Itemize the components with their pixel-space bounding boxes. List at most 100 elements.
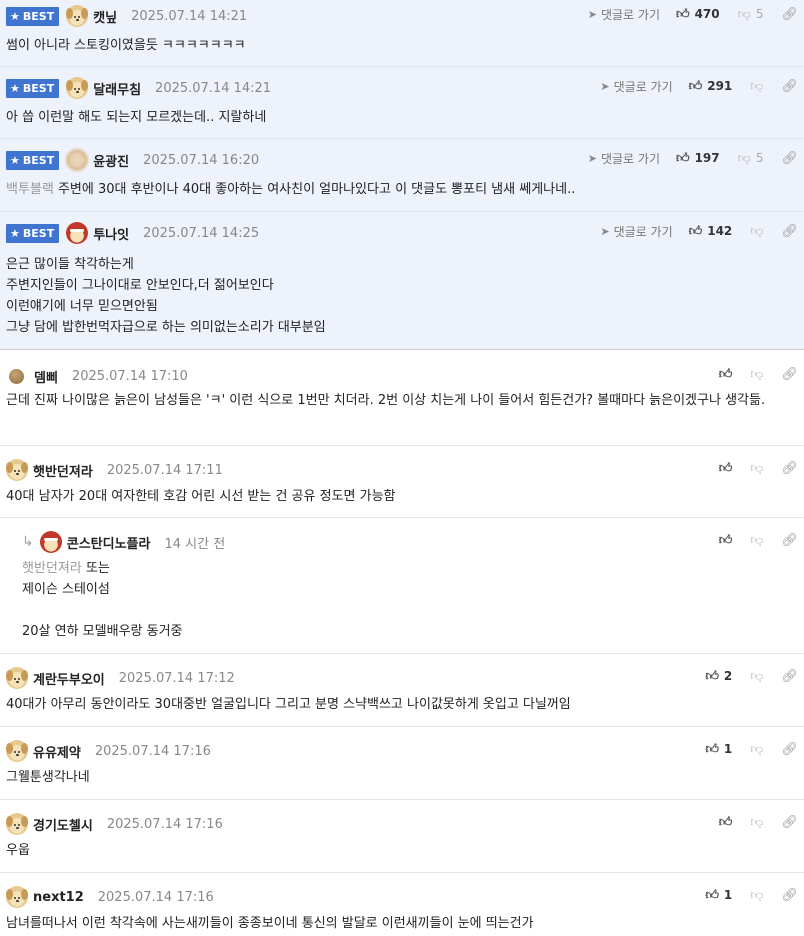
dislike-button[interactable]: 👎︎ bbox=[750, 815, 763, 830]
like-button[interactable]: 👍︎ 2 bbox=[705, 669, 732, 684]
dislike-button[interactable]: 👎︎ 5 bbox=[738, 151, 764, 166]
like-button[interactable]: 👍︎ bbox=[719, 367, 733, 382]
dislike-button[interactable]: 👎︎ bbox=[750, 224, 763, 239]
send-icon: ➤ bbox=[600, 224, 610, 238]
thumbs-up-icon: 👍︎ bbox=[718, 366, 733, 382]
nickname[interactable]: 캣닢 bbox=[93, 7, 117, 26]
link-icon: 🔗︎ bbox=[781, 460, 798, 476]
star-icon: ★ bbox=[10, 153, 20, 167]
link-icon: 🔗︎ bbox=[781, 532, 798, 548]
dislike-button[interactable]: 👎︎ bbox=[750, 79, 763, 94]
share-link-button[interactable]: 🔗︎ bbox=[781, 888, 798, 903]
timestamp: 2025.07.14 17:16 bbox=[97, 889, 214, 905]
dislike-button[interactable]: 👎︎ bbox=[750, 669, 763, 684]
timestamp: 2025.07.14 17:16 bbox=[106, 816, 223, 832]
mention-link[interactable]: 햇반던져라 bbox=[22, 561, 82, 576]
go-to-reply-link[interactable]: ➤ 댓글로 가기 bbox=[588, 150, 660, 167]
share-link-button[interactable]: 🔗︎ bbox=[781, 815, 798, 830]
like-button[interactable]: 👍︎ 197 bbox=[676, 151, 720, 166]
share-link-button[interactable]: 🔗︎ bbox=[781, 533, 798, 548]
timestamp: 2025.07.14 16:20 bbox=[143, 152, 260, 168]
timestamp: 2025.07.14 17:12 bbox=[118, 670, 235, 686]
nickname[interactable]: 윤광진 bbox=[93, 151, 129, 170]
thumbs-up-icon: 👍︎ bbox=[675, 150, 690, 166]
dislike-button[interactable]: 👎︎ bbox=[750, 367, 763, 382]
link-icon: 🔗︎ bbox=[781, 6, 798, 22]
like-button[interactable]: 👍︎ 470 bbox=[676, 7, 720, 22]
avatar[interactable] bbox=[6, 886, 28, 908]
thumbs-up-icon: 👍︎ bbox=[718, 460, 733, 476]
dislike-button[interactable]: 👎︎ bbox=[750, 888, 763, 903]
like-button[interactable]: 👍︎ 142 bbox=[689, 224, 733, 239]
nickname[interactable]: 계란두부오이 bbox=[33, 669, 105, 688]
avatar[interactable] bbox=[6, 813, 28, 835]
go-to-reply-link[interactable]: ➤ 댓글로 가기 bbox=[600, 78, 672, 95]
link-icon: 🔗︎ bbox=[781, 887, 798, 903]
comment-text: 은근 많이들 착각하는게 주변지인들이 그나이대로 안보인다,더 젊어보인다 이… bbox=[6, 257, 326, 335]
timestamp: 2025.07.14 17:11 bbox=[106, 462, 223, 478]
share-link-button[interactable]: 🔗︎ bbox=[781, 7, 798, 22]
share-link-button[interactable]: 🔗︎ bbox=[781, 461, 798, 476]
go-to-reply-link[interactable]: ➤ 댓글로 가기 bbox=[588, 6, 660, 23]
avatar[interactable] bbox=[39, 531, 62, 553]
comment-item: 유유제약 2025.07.14 17:16 👍︎ 1 👎︎ 🔗︎ 그웰툰생각나네 bbox=[0, 727, 804, 800]
avatar[interactable] bbox=[9, 368, 24, 384]
nickname[interactable]: 뎀삐 bbox=[34, 367, 58, 386]
thumbs-down-icon: 👎︎ bbox=[750, 668, 764, 684]
nickname[interactable]: next12 bbox=[33, 890, 84, 905]
nickname[interactable]: 경기도첼시 bbox=[33, 815, 93, 834]
like-button[interactable]: 👍︎ bbox=[719, 461, 733, 476]
like-button[interactable]: 👍︎ 1 bbox=[705, 888, 732, 903]
like-button[interactable]: 👍︎ 291 bbox=[689, 79, 733, 94]
share-link-button[interactable]: 🔗︎ bbox=[781, 367, 798, 382]
dislike-button[interactable]: 👎︎ bbox=[750, 461, 763, 476]
star-icon: ★ bbox=[10, 9, 20, 23]
comment-text: 근데 진짜 나이많은 늙은이 남성들은 'ㅋ' 이런 식으로 1번만 치더라. … bbox=[6, 393, 766, 408]
share-link-button[interactable]: 🔗︎ bbox=[781, 742, 798, 757]
nickname[interactable]: 햇반던져라 bbox=[33, 461, 93, 480]
thumbs-down-icon: 👎︎ bbox=[750, 741, 764, 757]
dislike-button[interactable]: 👎︎ 5 bbox=[738, 7, 764, 22]
share-link-button[interactable]: 🔗︎ bbox=[781, 669, 798, 684]
comment-item: 경기도첼시 2025.07.14 17:16 👍︎ 👎︎ 🔗︎ 우웁 bbox=[0, 800, 804, 873]
send-icon: ➤ bbox=[600, 79, 610, 93]
dislike-button[interactable]: 👎︎ bbox=[750, 533, 763, 548]
thumbs-up-icon: 👍︎ bbox=[688, 78, 703, 94]
comment-item: ★ BEST 투나잇 2025.07.14 14:25 ➤ 댓글로 가기 👍︎ 142… bbox=[0, 212, 804, 350]
mention-link[interactable]: 백투블랙 bbox=[6, 182, 54, 197]
comment-text: 남녀를떠나서 이런 착각속에 사는새끼들이 종종보이네 통신의 발달로 이런새끼… bbox=[6, 916, 534, 931]
send-icon: ➤ bbox=[587, 151, 597, 165]
like-button[interactable]: 👍︎ bbox=[719, 815, 733, 830]
avatar[interactable] bbox=[66, 5, 89, 27]
thumbs-down-icon: 👎︎ bbox=[737, 150, 751, 166]
thumbs-up-icon: 👍︎ bbox=[688, 223, 703, 239]
nickname[interactable]: 유유제약 bbox=[33, 742, 81, 761]
like-button[interactable]: 👍︎ bbox=[719, 533, 733, 548]
avatar[interactable] bbox=[6, 740, 28, 762]
like-button[interactable]: 👍︎ 1 bbox=[705, 742, 732, 757]
best-badge: ★ BEST bbox=[6, 150, 60, 170]
avatar[interactable] bbox=[6, 459, 28, 481]
comment-text: 햇반던져라 또는 제이슨 스테이섬 20살 연하 모델배우랑 동거중 bbox=[22, 561, 183, 639]
share-link-button[interactable]: 🔗︎ bbox=[781, 79, 798, 94]
thumbs-down-icon: 👎︎ bbox=[750, 814, 764, 830]
avatar[interactable] bbox=[66, 149, 89, 171]
nickname[interactable]: 투나잇 bbox=[93, 224, 129, 243]
comment-text: 백투블랙 주변에 30대 후반이나 40대 좋아하는 여사친이 얼마나있다고 이… bbox=[6, 182, 576, 197]
share-link-button[interactable]: 🔗︎ bbox=[781, 224, 798, 239]
nickname[interactable]: 콘스탄디노플라 bbox=[67, 533, 151, 552]
share-link-button[interactable]: 🔗︎ bbox=[781, 151, 798, 166]
link-icon: 🔗︎ bbox=[781, 668, 798, 684]
thumbs-up-icon: 👍︎ bbox=[705, 668, 719, 684]
avatar[interactable] bbox=[6, 667, 28, 689]
link-icon: 🔗︎ bbox=[781, 366, 798, 382]
comment-item: ★ BEST 윤광진 2025.07.14 16:20 ➤ 댓글로 가기 👍︎ 197… bbox=[0, 139, 804, 212]
avatar[interactable] bbox=[66, 222, 89, 244]
dislike-button[interactable]: 👎︎ bbox=[750, 742, 763, 757]
nickname[interactable]: 달래무침 bbox=[93, 79, 141, 98]
avatar[interactable] bbox=[66, 77, 89, 99]
thumbs-down-icon: 👎︎ bbox=[750, 223, 764, 239]
timestamp: 2025.07.14 14:21 bbox=[155, 80, 272, 96]
go-to-reply-link[interactable]: ➤ 댓글로 가기 bbox=[600, 223, 672, 240]
comment-item: next12 2025.07.14 17:16 👍︎ 1 👎︎ 🔗︎ 남녀를떠나서… bbox=[0, 873, 804, 936]
